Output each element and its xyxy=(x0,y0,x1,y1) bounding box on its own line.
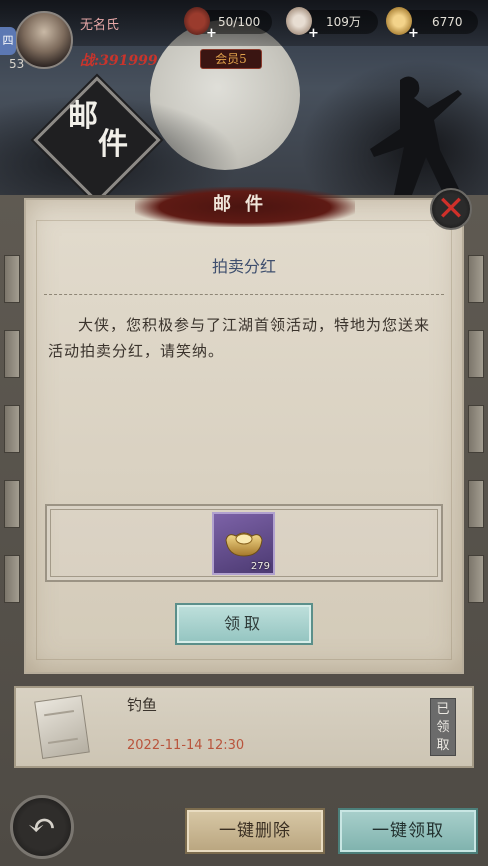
side-tab xyxy=(468,480,484,528)
side-chat-tab[interactable]: 四 xyxy=(0,27,16,55)
side-tab xyxy=(468,405,484,453)
close-x-icon[interactable]: ✕ xyxy=(430,188,472,230)
copper-value: 109万 xyxy=(326,15,361,29)
player-name: 无名氏 xyxy=(80,18,120,33)
vip-badge[interactable]: 会员5 xyxy=(200,49,262,69)
resource-gold[interactable]: + 6770 xyxy=(386,7,478,40)
add-copper-icon[interactable]: + xyxy=(308,27,320,40)
resource-copper[interactable]: + 109万 xyxy=(286,7,378,40)
side-tab xyxy=(4,255,20,303)
page-title: 邮 件 xyxy=(68,100,148,162)
mail-dialog-inner-border xyxy=(36,220,452,660)
delete-all-button[interactable]: 一键删除 xyxy=(185,808,325,854)
resource-stamina[interactable]: + 50/100 xyxy=(184,7,272,40)
subject-divider xyxy=(44,294,444,295)
gold-ingot-icon xyxy=(225,532,263,557)
side-tab xyxy=(4,330,20,378)
reward-item-slot[interactable]: 279 xyxy=(212,512,275,575)
mail-list-item-title: 钓鱼 xyxy=(127,696,158,714)
mail-subject: 拍卖分红 xyxy=(211,257,276,276)
claimed-stamp: 已领取 xyxy=(430,698,456,756)
side-chat-tab-label: 四 xyxy=(2,34,14,47)
side-tab xyxy=(4,405,20,453)
dialog-title: 邮件 xyxy=(213,194,277,215)
page-title-char-2: 件 xyxy=(98,127,128,162)
side-tab xyxy=(468,255,484,303)
back-arrow-icon[interactable]: ↶ xyxy=(10,795,74,859)
side-tab xyxy=(468,330,484,378)
add-gold-icon[interactable]: + xyxy=(408,27,420,40)
side-tab xyxy=(468,555,484,603)
side-tab xyxy=(4,555,20,603)
gold-value: 6770 xyxy=(432,15,463,29)
envelope-lines xyxy=(44,710,78,744)
player-level: 53 xyxy=(9,57,25,71)
combat-power: 战:391999 xyxy=(80,53,158,69)
mail-body-text: 大侠，您积极参与了江湖首领活动，特地为您送来活动拍卖分红，请笑纳。 xyxy=(48,316,431,360)
reward-item-count: 279 xyxy=(250,561,270,572)
stamina-value: 50/100 xyxy=(218,15,261,29)
claim-all-button[interactable]: 一键领取 xyxy=(338,808,478,854)
side-tab xyxy=(4,480,20,528)
claim-button[interactable]: 领取 xyxy=(175,603,313,645)
add-stamina-icon[interactable]: + xyxy=(206,27,218,40)
mail-list-item-date: 2022-11-14 12:30 xyxy=(127,738,245,753)
swordsman-silhouette xyxy=(370,76,462,195)
